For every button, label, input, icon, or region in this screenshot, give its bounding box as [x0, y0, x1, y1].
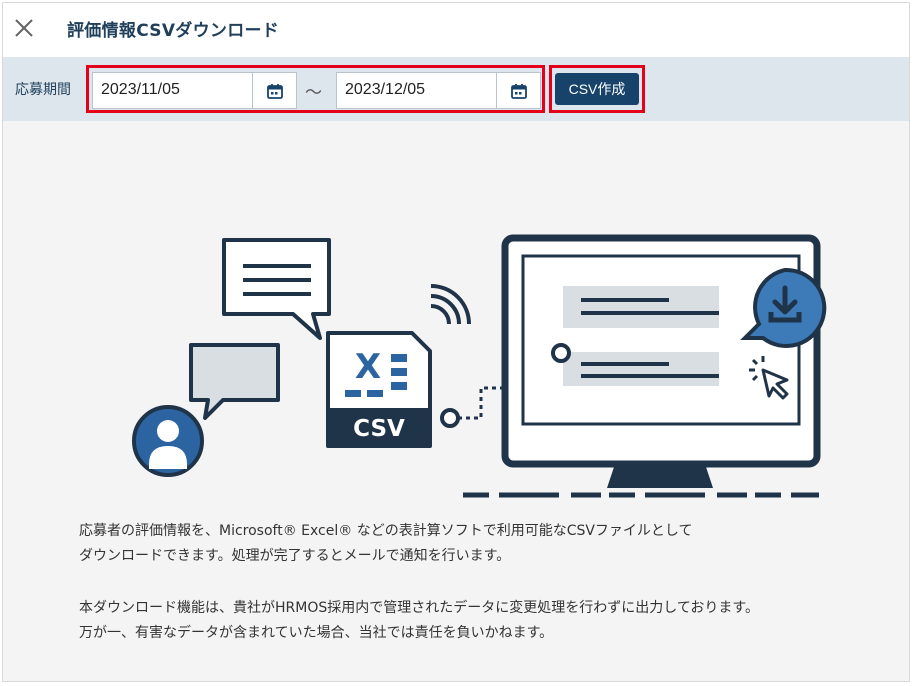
description-line: 応募者の評価情報を、Microsoft® Excel® などの表計算ソフトで利用… — [79, 523, 693, 539]
date-range-separator: ～ — [305, 83, 322, 103]
csv-download-dialog: 評価情報CSVダウンロード 応募期間 2023/11/05 ～ 2023/12/… — [2, 2, 910, 682]
dialog-title: 評価情報CSVダウンロード — [67, 21, 280, 41]
csv-create-button[interactable]: CSV作成 — [555, 73, 639, 105]
end-date-input[interactable]: 2023/12/05 — [336, 72, 541, 109]
calendar-icon[interactable] — [496, 73, 540, 108]
description-line: 本ダウンロード機能は、貴社がHRMOS採用内で管理されたデータに変更処理を行わず… — [79, 600, 759, 616]
dialog-header: 評価情報CSVダウンロード — [3, 3, 909, 57]
csv-download-illustration: CSV X — [132, 234, 827, 498]
chat-bubble-icon — [189, 343, 280, 420]
start-date-input[interactable]: 2023/11/05 — [92, 72, 297, 109]
description-block-2: 本ダウンロード機能は、貴社がHRMOS採用内で管理されたデータに変更処理を行わず… — [79, 596, 759, 646]
csv-badge-text: CSV — [353, 416, 405, 442]
user-avatar-icon — [132, 405, 204, 477]
csv-create-button-highlight: CSV作成 — [549, 65, 645, 113]
description-line: ダウンロードできます。処理が完了するとメールで通知を行います。 — [79, 548, 511, 564]
filter-bar: 応募期間 2023/11/05 ～ 2023/12/05 CSV作成 — [3, 57, 909, 121]
excel-letter-text: X — [355, 347, 381, 387]
speech-bubble-icon — [222, 238, 331, 340]
end-date-value: 2023/12/05 — [345, 81, 426, 98]
calendar-icon[interactable] — [252, 73, 296, 108]
application-period-label: 応募期間 — [15, 82, 71, 98]
signal-waves-icon — [430, 284, 471, 325]
date-range-group: 2023/11/05 ～ 2023/12/05 — [86, 65, 545, 113]
description-block-1: 応募者の評価情報を、Microsoft® Excel® などの表計算ソフトで利用… — [79, 519, 693, 569]
description-line: 万が一、有害なデータが含まれていた場合、当社では責任を負いかねます。 — [79, 625, 554, 641]
csv-file-icon: CSV X — [326, 331, 432, 448]
monitor-icon — [463, 234, 821, 498]
start-date-value: 2023/11/05 — [101, 81, 180, 98]
close-icon[interactable] — [13, 17, 35, 39]
